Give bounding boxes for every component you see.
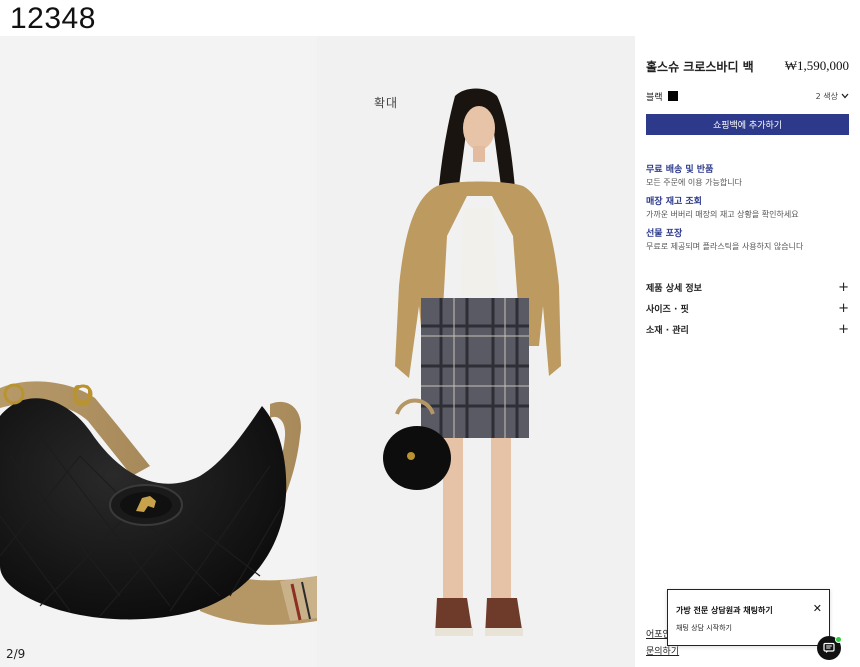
color-selector[interactable]: 블랙 (646, 90, 678, 103)
bag-illustration (0, 381, 317, 625)
service-item-gift[interactable]: 선물 포장 무료로 제공되며 플라스틱을 사용하지 않습니다 (646, 226, 849, 252)
add-to-bag-button[interactable]: 쇼핑백에 추가하기 (646, 114, 849, 135)
service-desc: 모든 주문에 이용 가능합니다 (646, 178, 742, 187)
accordion-material-care[interactable]: 소재 · 관리 + (646, 319, 849, 340)
accordion-product-details[interactable]: 제품 상세 정보 + (646, 277, 849, 298)
product-info: 홀스슈 크로스바디 백 ₩1,590,000 블랙 2 색상 쇼핑백에 추가하기… (646, 56, 849, 340)
color-count-dropdown[interactable]: 2 색상 (816, 91, 849, 102)
chat-icon (823, 642, 835, 653)
chat-title: 가방 전문 상담원과 채팅하기 (676, 606, 773, 615)
chat-button[interactable] (817, 636, 842, 660)
service-title[interactable]: 선물 포장 (646, 226, 849, 239)
service-item-shipping[interactable]: 무료 배송 및 반품 모든 주문에 이용 가능합니다 (646, 162, 849, 188)
model-illustration (383, 88, 561, 636)
accordion-label: 제품 상세 정보 (646, 284, 702, 294)
top-bar: 12348 (0, 0, 860, 36)
chevron-down-icon (841, 93, 849, 99)
accordion-label: 사이즈 · 핏 (646, 305, 689, 315)
close-icon[interactable]: ✕ (813, 602, 822, 615)
accordion: 제품 상세 정보 + 사이즈 · 핏 + 소재 · 관리 + (646, 277, 849, 340)
chat-start-link[interactable]: 채팅 상담 시작하기 (676, 623, 732, 633)
color-label: 블랙 (646, 92, 663, 103)
service-title[interactable]: 매장 재고 조회 (646, 194, 849, 207)
plus-icon[interactable]: + (838, 322, 849, 337)
title-row: 홀스슈 크로스바디 백 ₩1,590,000 (646, 56, 849, 76)
product-image-bag[interactable]: 2/9 (0, 36, 317, 667)
color-row: 블랙 2 색상 (646, 88, 849, 104)
color-count: 2 색상 (815, 91, 838, 101)
online-status-dot (835, 636, 842, 643)
zoom-label[interactable]: 확대 (374, 94, 398, 111)
product-name: 홀스슈 크로스바디 백 (646, 59, 754, 74)
service-item-stock[interactable]: 매장 재고 조회 가까운 버버리 매장의 재고 상황을 확인하세요 (646, 194, 849, 220)
service-desc: 가까운 버버리 매장의 재고 상황을 확인하세요 (646, 210, 799, 219)
product-price: ₩1,590,000 (784, 58, 849, 73)
plus-icon[interactable]: + (838, 301, 849, 316)
service-title[interactable]: 무료 배송 및 반품 (646, 162, 849, 175)
plus-icon[interactable]: + (838, 280, 849, 295)
product-number: 12348 (10, 2, 96, 35)
accordion-size-fit[interactable]: 사이즈 · 핏 + (646, 298, 849, 319)
contact-link[interactable]: 문의하기 (646, 644, 696, 661)
accordion-label: 소재 · 관리 (646, 326, 689, 336)
gallery-page-counter: 2/9 (6, 647, 26, 661)
services: 무료 배송 및 반품 모든 주문에 이용 가능합니다 매장 재고 조회 가까운 … (646, 162, 849, 252)
product-image-model[interactable]: 확대 (317, 36, 635, 667)
chat-popup[interactable]: 가방 전문 상담원과 채팅하기 채팅 상담 시작하기 ✕ (667, 589, 830, 646)
color-swatch[interactable] (667, 91, 678, 101)
service-desc: 무료로 제공되며 플라스틱을 사용하지 않습니다 (646, 242, 804, 251)
